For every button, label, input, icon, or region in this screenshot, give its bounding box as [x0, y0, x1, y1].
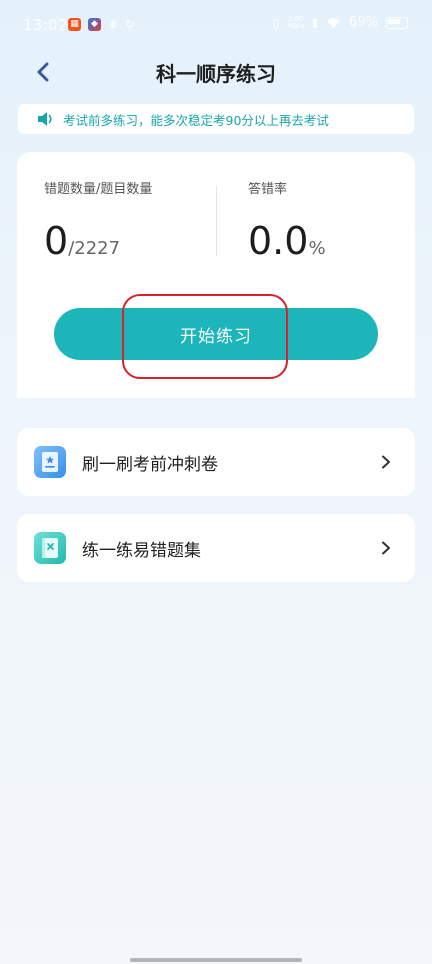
- taobao-app-icon: ▦: [68, 17, 81, 31]
- status-app-icons: ▦ ◆ ♛ ↻: [68, 17, 135, 31]
- wifi-icon: [327, 17, 341, 28]
- chevron-right-icon: [382, 455, 390, 469]
- menu-label-error-set: 练一练易错题集: [82, 540, 201, 561]
- sync-icon: ↻: [124, 17, 135, 31]
- sim-icon: ▮: [312, 16, 319, 29]
- error-count-stat: 错题数量/题目数量 0/2227: [44, 178, 152, 263]
- battery-percent: 69%: [349, 15, 378, 30]
- error-count-label: 错题数量/题目数量: [44, 182, 153, 197]
- speaker-icon: [38, 112, 52, 126]
- menu-item-sprint-exam[interactable]: 刷一刷考前冲刺卷: [17, 428, 415, 496]
- status-bar: 13:02 ▦ ◆ ♛ ↻ ▯ 2.00 MB/s ▮ 69%: [0, 0, 432, 52]
- error-rate-unit: %: [308, 238, 326, 259]
- menu-item-error-set[interactable]: 练一练易错题集: [17, 514, 415, 582]
- page-title: 科一顺序练习: [156, 62, 276, 86]
- game-app-icon: ◆: [88, 17, 101, 31]
- notice-text: 考试前多练习，能多次稳定考90分以上再去考试: [63, 112, 329, 128]
- exam-paper-icon: [34, 446, 66, 478]
- stats-divider: [216, 186, 217, 256]
- menu-label-sprint-exam: 刷一刷考前冲刺卷: [82, 454, 218, 475]
- network-speed-unit: MB/s: [287, 21, 305, 30]
- error-rate-label: 答错率: [248, 182, 288, 197]
- home-indicator[interactable]: [130, 958, 302, 962]
- chevron-right-icon: [382, 541, 390, 555]
- highlight-annotation: [122, 294, 288, 379]
- error-count-value: 0/2227: [44, 219, 152, 263]
- error-rate-value: 0.0: [248, 219, 309, 263]
- error-book-icon: [34, 532, 66, 564]
- error-count: 0: [44, 219, 69, 263]
- battery-icon: [386, 16, 408, 29]
- error-rate-value-group: 0.0%: [248, 219, 326, 263]
- crown-icon: ♛: [108, 17, 118, 31]
- status-time: 13:02: [23, 16, 68, 34]
- status-right-group: ▯ 2.00 MB/s ▮ 69%: [273, 15, 408, 30]
- error-rate-stat: 答错率 0.0%: [248, 178, 326, 263]
- nav-bar: 科一顺序练习: [0, 52, 432, 92]
- vibrate-icon: ▯: [272, 15, 280, 30]
- network-speed: 2.00 MB/s: [287, 15, 305, 30]
- total-questions: /2227: [68, 238, 121, 259]
- notice-banner: 考试前多练习，能多次稳定考90分以上再去考试: [18, 104, 414, 134]
